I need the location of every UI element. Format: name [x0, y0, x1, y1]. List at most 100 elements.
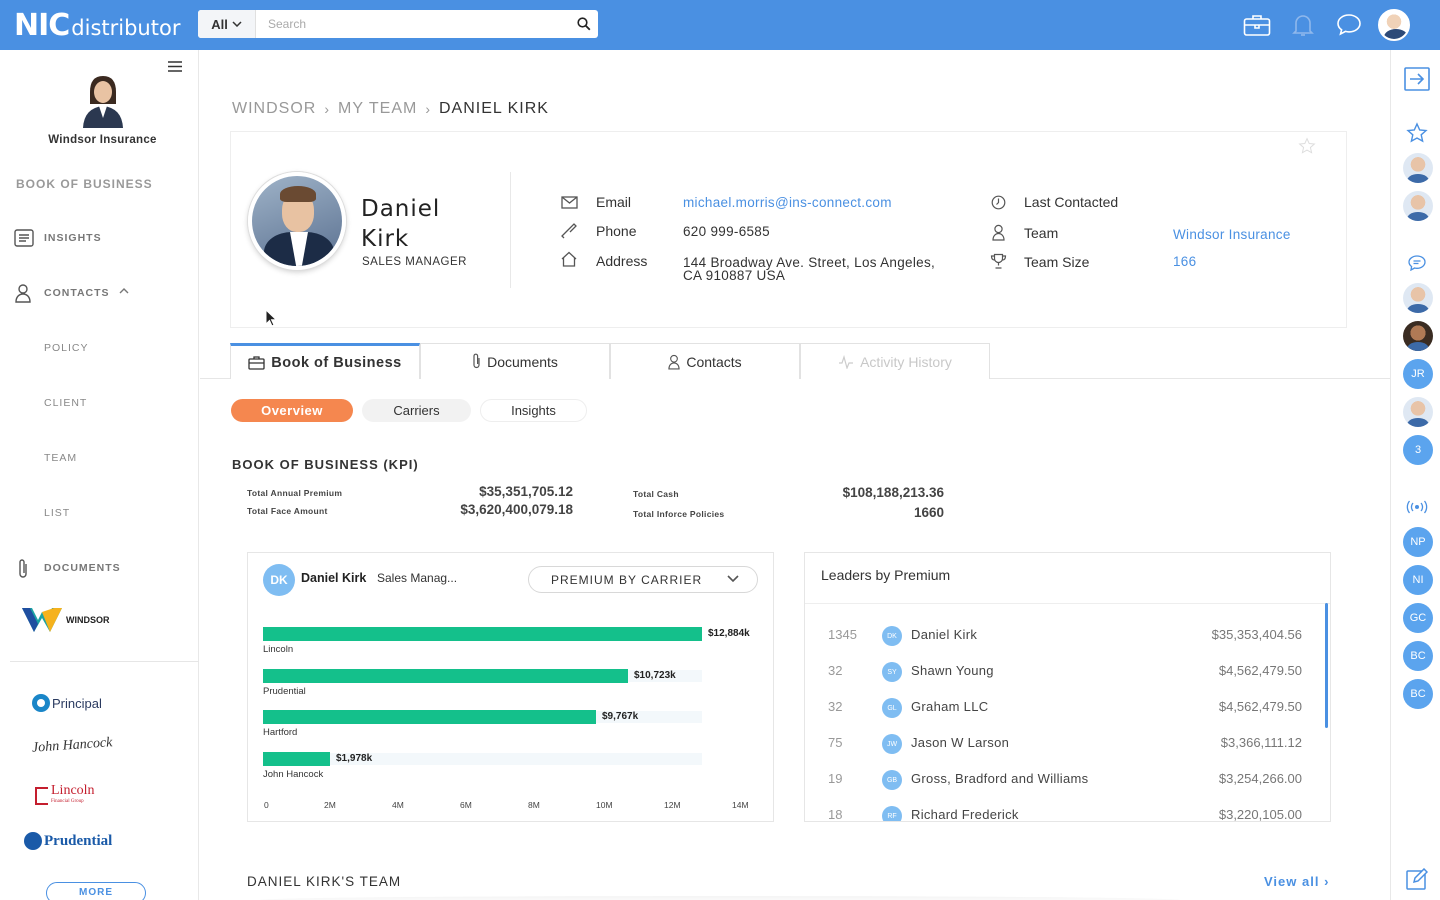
contact-badge[interactable]: NI: [1403, 565, 1433, 595]
carrier-lincoln-sub: Financial Group: [51, 799, 84, 804]
message-icon[interactable]: [1402, 248, 1432, 278]
carrier-principal-label: Principal: [52, 695, 102, 711]
last-contacted-label: Last Contacted: [1024, 194, 1119, 210]
leader-row[interactable]: 18 RF Richard Frederick $3,220,105.00: [805, 806, 1330, 822]
briefcase-icon[interactable]: [1234, 13, 1280, 37]
team-size-link[interactable]: 166: [1173, 254, 1196, 269]
breadcrumb-my-team[interactable]: MY TEAM: [338, 100, 417, 118]
profile-last-name: Kirk: [361, 226, 410, 252]
total-face-amount-label: Total Face Amount: [247, 506, 328, 516]
nic-distributor-logo[interactable]: NIC distributor: [14, 8, 180, 43]
favorite-contact-avatar[interactable]: [1403, 191, 1433, 221]
leader-name: Richard Frederick: [911, 807, 1019, 822]
contact-badge[interactable]: JR: [1403, 359, 1433, 389]
leader-row[interactable]: 32 GL Graham LLC $4,562,479.50: [805, 698, 1330, 723]
sidebar-item-policy[interactable]: POLICY: [44, 342, 89, 354]
search-input[interactable]: Search: [256, 17, 570, 31]
leader-name: Gross, Bradford and Williams: [911, 771, 1089, 786]
menu-icon[interactable]: [168, 59, 182, 77]
leader-row[interactable]: 19 GB Gross, Bradford and Williams $3,254,2…: [805, 770, 1330, 795]
chevron-up-icon[interactable]: [119, 288, 129, 294]
total-inforce-value: 1660: [913, 505, 944, 520]
contact-badge[interactable]: BC: [1403, 641, 1433, 671]
leader-row[interactable]: 1345 DK Daniel Kirk $35,353,404.56: [805, 626, 1330, 651]
paperclip-icon: [19, 559, 27, 578]
subtab-overview[interactable]: Overview: [231, 399, 353, 422]
leader-avatar: GL: [882, 698, 902, 718]
leader-name: Shawn Young: [911, 663, 994, 678]
team-link[interactable]: Windsor Insurance: [1173, 227, 1291, 242]
sidebar-item-insights[interactable]: INSIGHTS: [44, 232, 102, 244]
contact-badge[interactable]: GC: [1403, 603, 1433, 633]
sidebar-item-list[interactable]: LIST: [44, 507, 70, 519]
premium-chart-card: DK Daniel Kirk Sales Manag... PREMIUM BY…: [247, 552, 774, 822]
x-tick-label: 4M: [392, 800, 404, 810]
bar-value-label: $1,978k: [336, 752, 373, 764]
tab-book-of-business[interactable]: Book of Business: [230, 343, 420, 379]
chat-contact-avatar[interactable]: [1403, 283, 1433, 313]
profile-avatar: [248, 172, 346, 270]
search-scope-dropdown[interactable]: All: [198, 10, 256, 38]
favorite-star-icon[interactable]: [1298, 137, 1316, 155]
chevron-right-icon: ›: [1324, 874, 1330, 889]
activity-icon: [839, 354, 854, 369]
view-all-link[interactable]: View all ›: [1264, 874, 1329, 889]
sidebar-item-contacts[interactable]: CONTACTS: [44, 287, 110, 299]
bar-john-hancock[interactable]: [263, 751, 330, 766]
sidebar-item-team[interactable]: TEAM: [44, 452, 77, 464]
email-label: Email: [596, 194, 632, 210]
tab-documents[interactable]: Documents: [420, 343, 610, 379]
sidebar-item-client[interactable]: CLIENT: [44, 397, 87, 409]
chat-icon[interactable]: [1326, 13, 1372, 37]
subtab-carriers[interactable]: Carriers: [362, 399, 471, 422]
favorite-contact-avatar[interactable]: [1403, 153, 1433, 183]
leader-row[interactable]: 75 JW Jason W Larson $3,366,111.12: [805, 734, 1330, 759]
windsor-brand: WINDSOR: [66, 615, 110, 625]
search-icon[interactable]: [570, 17, 598, 31]
carrier-principal[interactable]: Principal: [32, 694, 102, 712]
carrier-prudential[interactable]: Prudential: [24, 832, 112, 850]
contact-badge[interactable]: BC: [1403, 679, 1433, 709]
book-of-business-heading[interactable]: BOOK OF BUSINESS: [16, 177, 153, 191]
compose-icon[interactable]: [1402, 864, 1432, 894]
collapse-panel-icon[interactable]: [1402, 64, 1432, 94]
bar-lincoln[interactable]: [263, 627, 702, 641]
profile-first-name: Daniel: [361, 196, 441, 222]
carrier-john-hancock[interactable]: John Hancock: [32, 735, 113, 757]
bell-icon[interactable]: [1280, 12, 1326, 38]
leader-count: 1345: [828, 627, 857, 642]
tab-activity-history[interactable]: Activity History: [800, 343, 990, 379]
breadcrumb-windsor[interactable]: WINDSOR: [232, 100, 316, 118]
bar-value-label: $9,767k: [602, 711, 639, 722]
carrier-lincoln-label: Lincoln: [51, 783, 95, 798]
lincoln-icon: [35, 787, 48, 805]
contact-badge[interactable]: NP: [1403, 527, 1433, 557]
windsor-logo[interactable]: WINDSOR: [22, 606, 110, 634]
bar-prudential[interactable]: [263, 668, 628, 683]
contact-badge[interactable]: 3: [1403, 435, 1433, 465]
tab-contacts[interactable]: Contacts: [610, 343, 800, 379]
total-cash-value: $108,188,213.36: [842, 485, 944, 500]
chat-contact-avatar[interactable]: [1403, 397, 1433, 427]
leader-name: Jason W Larson: [911, 735, 1010, 750]
sidebar-item-documents[interactable]: DOCUMENTS: [44, 562, 121, 574]
contacts-icon: [15, 284, 31, 303]
tab-label: Contacts: [686, 353, 742, 370]
bar-hartford[interactable]: [263, 710, 596, 724]
carrier-lincoln[interactable]: Lincoln Financial Group: [35, 783, 95, 807]
leaders-divider: [805, 603, 1330, 604]
leader-row[interactable]: 32 SY Shawn Young $4,562,479.50: [805, 662, 1330, 687]
user-avatar[interactable]: [1378, 9, 1410, 41]
subtab-insights[interactable]: Insights: [480, 399, 587, 422]
leader-amount: $35,353,404.56: [1211, 627, 1302, 642]
chat-contact-avatar[interactable]: [1403, 321, 1433, 351]
more-carriers-button[interactable]: MORE: [46, 882, 146, 900]
star-icon[interactable]: [1402, 118, 1432, 148]
broadcast-icon[interactable]: [1402, 492, 1432, 522]
email-link[interactable]: michael.morris@ins-connect.com: [683, 195, 892, 210]
envelope-icon: [561, 196, 578, 209]
clock-icon: [991, 195, 1006, 210]
breadcrumb-current: DANIEL KIRK: [438, 100, 549, 117]
bar-category-label: Hartford: [263, 727, 298, 738]
leader-count: 32: [828, 663, 843, 678]
